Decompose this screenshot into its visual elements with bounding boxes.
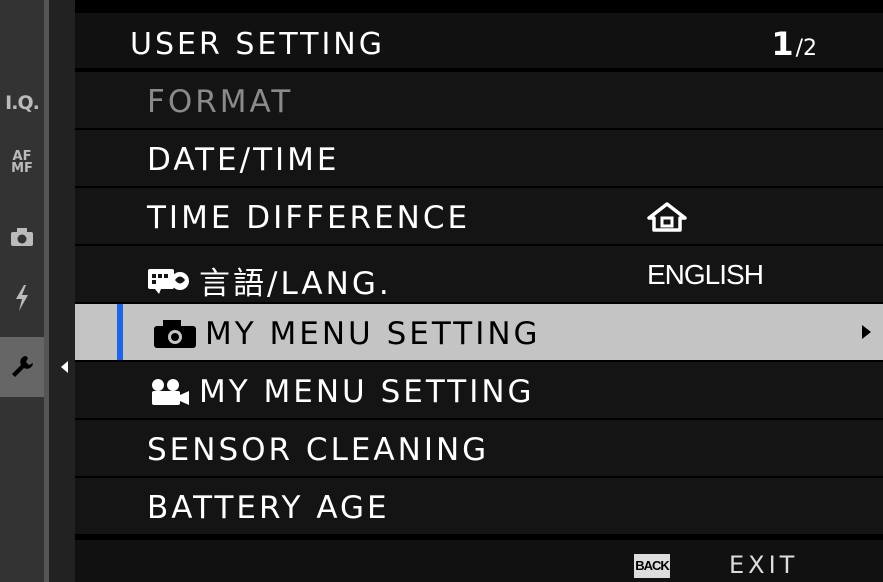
tab-image-quality[interactable]: I.Q. — [0, 73, 44, 133]
menu-item-language[interactable]: 言語/LANG. ENGLISH — [75, 246, 883, 302]
tab-flash[interactable] — [0, 268, 44, 328]
movie-camera-icon — [152, 379, 189, 405]
menu-item-time-difference[interactable]: TIME DIFFERENCE — [75, 188, 883, 244]
tab-af-mf[interactable]: AF MF — [0, 133, 44, 193]
menu-item-label: TIME DIFFERENCE — [147, 200, 471, 236]
tab-iq-label: I.Q. — [5, 92, 40, 114]
language-icon — [148, 268, 189, 294]
menu-footer: BACK EXIT — [75, 540, 883, 582]
menu-item-label-row: MY MENU SETTING — [153, 316, 541, 352]
home-icon — [647, 202, 687, 232]
menu-item-label: BATTERY AGE — [147, 490, 390, 526]
page-total: /2 — [795, 36, 817, 61]
menu-item-label: 言語/LANG. — [199, 266, 392, 302]
menu-item-label: FORMAT — [147, 84, 294, 120]
menu-item-sensor-cleaning[interactable]: SENSOR CLEANING — [75, 420, 883, 476]
menu-item-label: MY MENU SETTING — [205, 316, 541, 352]
wrench-icon — [12, 356, 33, 377]
menu-item-label-row: MY MENU SETTING — [147, 374, 535, 410]
menu-item-label: DATE/TIME — [147, 142, 340, 178]
menu-item-format[interactable]: FORMAT — [75, 72, 883, 128]
mf-label: MF — [11, 161, 33, 176]
menu-item-label: MY MENU SETTING — [199, 374, 535, 410]
menu-item-my-menu-movie[interactable]: MY MENU SETTING — [75, 362, 883, 418]
page-indicator: 1/2 — [771, 25, 817, 63]
chevron-right-icon — [862, 325, 871, 339]
exit-label: EXIT — [729, 551, 799, 579]
caret-left-icon — [61, 361, 68, 373]
menu-header: USER SETTING 1/2 — [75, 13, 883, 68]
camera-menu-screen: I.Q. AF MF USER SETTING 1/2 FORMAT DATE/… — [0, 0, 883, 582]
tab-af-mf-label: AF MF — [11, 150, 33, 176]
menu-item-battery-age[interactable]: BATTERY AGE — [75, 478, 883, 534]
menu-item-date-time[interactable]: DATE/TIME — [75, 130, 883, 186]
tab-shooting[interactable] — [0, 207, 44, 267]
tab-gutter — [49, 0, 75, 582]
tab-setup[interactable] — [0, 337, 44, 397]
menu-item-label-row: 言語/LANG. — [147, 258, 392, 303]
language-value: ENGLISH — [647, 259, 764, 290]
menu-item-my-menu-still[interactable]: MY MENU SETTING — [75, 304, 883, 360]
home-icon-value — [647, 202, 687, 239]
menu-item-label: SENSOR CLEANING — [147, 432, 490, 468]
camera-icon — [11, 228, 33, 246]
menu-list: FORMAT DATE/TIME TIME DIFFERENCE 言語/LANG… — [75, 72, 883, 536]
selection-indicator — [117, 304, 123, 360]
page-current: 1 — [771, 25, 794, 63]
menu-tab-column: I.Q. AF MF — [0, 0, 44, 582]
back-key-icon[interactable]: BACK — [634, 554, 670, 578]
camera-icon — [154, 320, 196, 348]
page-title: USER SETTING — [130, 27, 385, 62]
flash-icon — [16, 285, 28, 311]
